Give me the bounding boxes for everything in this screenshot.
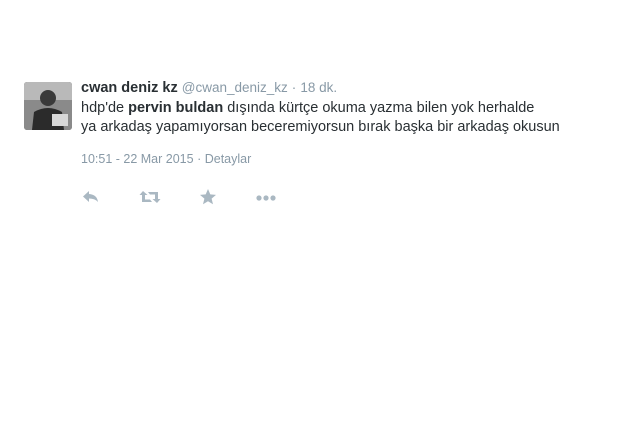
header-separator: · — [291, 80, 297, 95]
tweet-content: cwan deniz kz @cwan_deniz_kz · 18 dk. hd… — [81, 78, 621, 208]
retweet-button[interactable] — [139, 188, 163, 206]
avatar[interactable] — [24, 82, 72, 130]
tweet-meta: 10:51 - 22 Mar 2015 · Detaylar — [81, 152, 621, 166]
timestamp[interactable]: 10:51 - 22 Mar 2015 — [81, 152, 194, 166]
username[interactable]: @cwan_deniz_kz — [182, 80, 288, 95]
more-dots-icon — [256, 195, 276, 201]
tweet-text: hdp'de pervin buldan dışında kürtçe okum… — [81, 99, 621, 137]
favorite-button[interactable] — [199, 188, 223, 206]
tweet-text-line-2: ya arkadaş yapamıyorsan beceremiyorsun b… — [81, 119, 560, 135]
tweet-text-rest: dışında kürtçe okuma yazma bilen yok her… — [223, 100, 535, 116]
tweet-header: cwan deniz kz @cwan_deniz_kz · 18 dk. — [81, 78, 621, 98]
reply-button[interactable] — [81, 188, 105, 206]
tweet-actions — [81, 188, 621, 208]
tweet-text-prefix: hdp'de — [81, 100, 129, 116]
relative-time[interactable]: 18 dk. — [300, 80, 337, 95]
meta-separator: · — [197, 152, 202, 166]
reply-icon — [83, 191, 98, 202]
star-icon — [200, 189, 216, 205]
retweet-icon — [139, 191, 161, 203]
avatar-image — [24, 82, 72, 130]
tweet-text-bold: pervin buldan — [128, 100, 224, 116]
display-name[interactable]: cwan deniz kz — [81, 80, 178, 96]
more-button[interactable] — [255, 188, 279, 206]
tweet-text-line-1: hdp'de pervin buldan dışında kürtçe okum… — [81, 99, 621, 118]
details-link[interactable]: Detaylar — [205, 152, 252, 166]
